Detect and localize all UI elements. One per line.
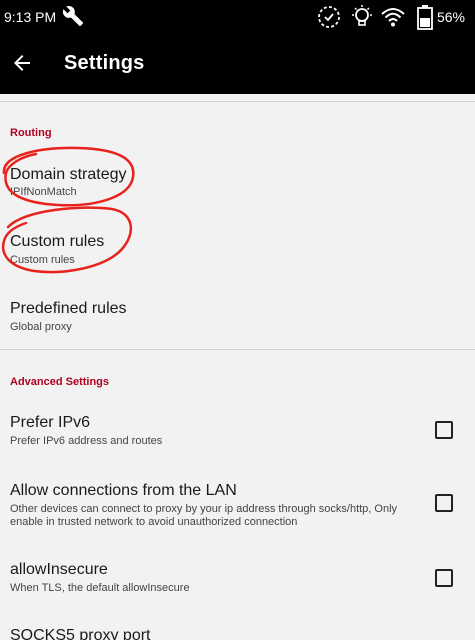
pref-prefer-ipv6[interactable]: Prefer IPv6 Prefer IPv6 address and rout… <box>0 414 475 454</box>
section-header-routing: Routing <box>10 127 52 139</box>
divider <box>0 101 475 102</box>
status-bar: 9:13 PM 56% <box>0 0 475 34</box>
allow-lan-checkbox[interactable] <box>435 494 453 512</box>
battery-percent: 56% <box>436 9 465 25</box>
pref-title: SOCKS5 proxy port <box>10 627 151 640</box>
lightbulb-icon <box>352 5 372 26</box>
battery-icon <box>417 5 433 30</box>
pref-summary: When TLS, the default allowInsecure <box>10 582 190 594</box>
app-bar: Settings <box>0 34 475 94</box>
page-title: Settings <box>64 52 145 74</box>
sync-icon <box>318 6 340 28</box>
pref-title: allowInsecure <box>10 561 108 578</box>
arrow-back-icon[interactable] <box>10 51 34 75</box>
prefer-ipv6-checkbox[interactable] <box>435 421 453 439</box>
pref-title: Predefined rules <box>10 300 127 317</box>
pref-summary: Custom rules <box>10 254 75 266</box>
allow-insecure-checkbox[interactable] <box>435 569 453 587</box>
pref-allow-lan[interactable]: Allow connections from the LAN Other dev… <box>0 482 475 532</box>
pref-custom-rules[interactable]: Custom rules Custom rules <box>0 233 475 269</box>
pref-socks5-port[interactable]: SOCKS5 proxy port <box>0 627 475 640</box>
divider <box>0 349 475 350</box>
pref-summary: Prefer IPv6 address and routes <box>10 435 163 447</box>
pref-allow-insecure[interactable]: allowInsecure When TLS, the default allo… <box>0 561 475 601</box>
status-time: 9:13 PM <box>4 9 57 25</box>
pref-summary: Global proxy <box>10 321 72 333</box>
section-header-advanced: Advanced Settings <box>10 376 110 388</box>
wrench-icon <box>62 6 84 27</box>
pref-domain-strategy[interactable]: Domain strategy IPIfNonMatch <box>0 166 475 202</box>
pref-title: Allow connections from the LAN <box>10 482 237 499</box>
pref-title: Prefer IPv6 <box>10 414 91 431</box>
pref-summary: Other devices can connect to proxy by yo… <box>10 503 398 528</box>
wifi-icon <box>381 8 405 27</box>
pref-title: Custom rules <box>10 233 105 250</box>
pref-summary: IPIfNonMatch <box>10 186 77 198</box>
settings-list[interactable]: Routing Domain strategy IPIfNonMatch Cus… <box>0 94 475 640</box>
pref-title: Domain strategy <box>10 166 127 183</box>
pref-predefined-rules[interactable]: Predefined rules Global proxy <box>0 300 475 336</box>
